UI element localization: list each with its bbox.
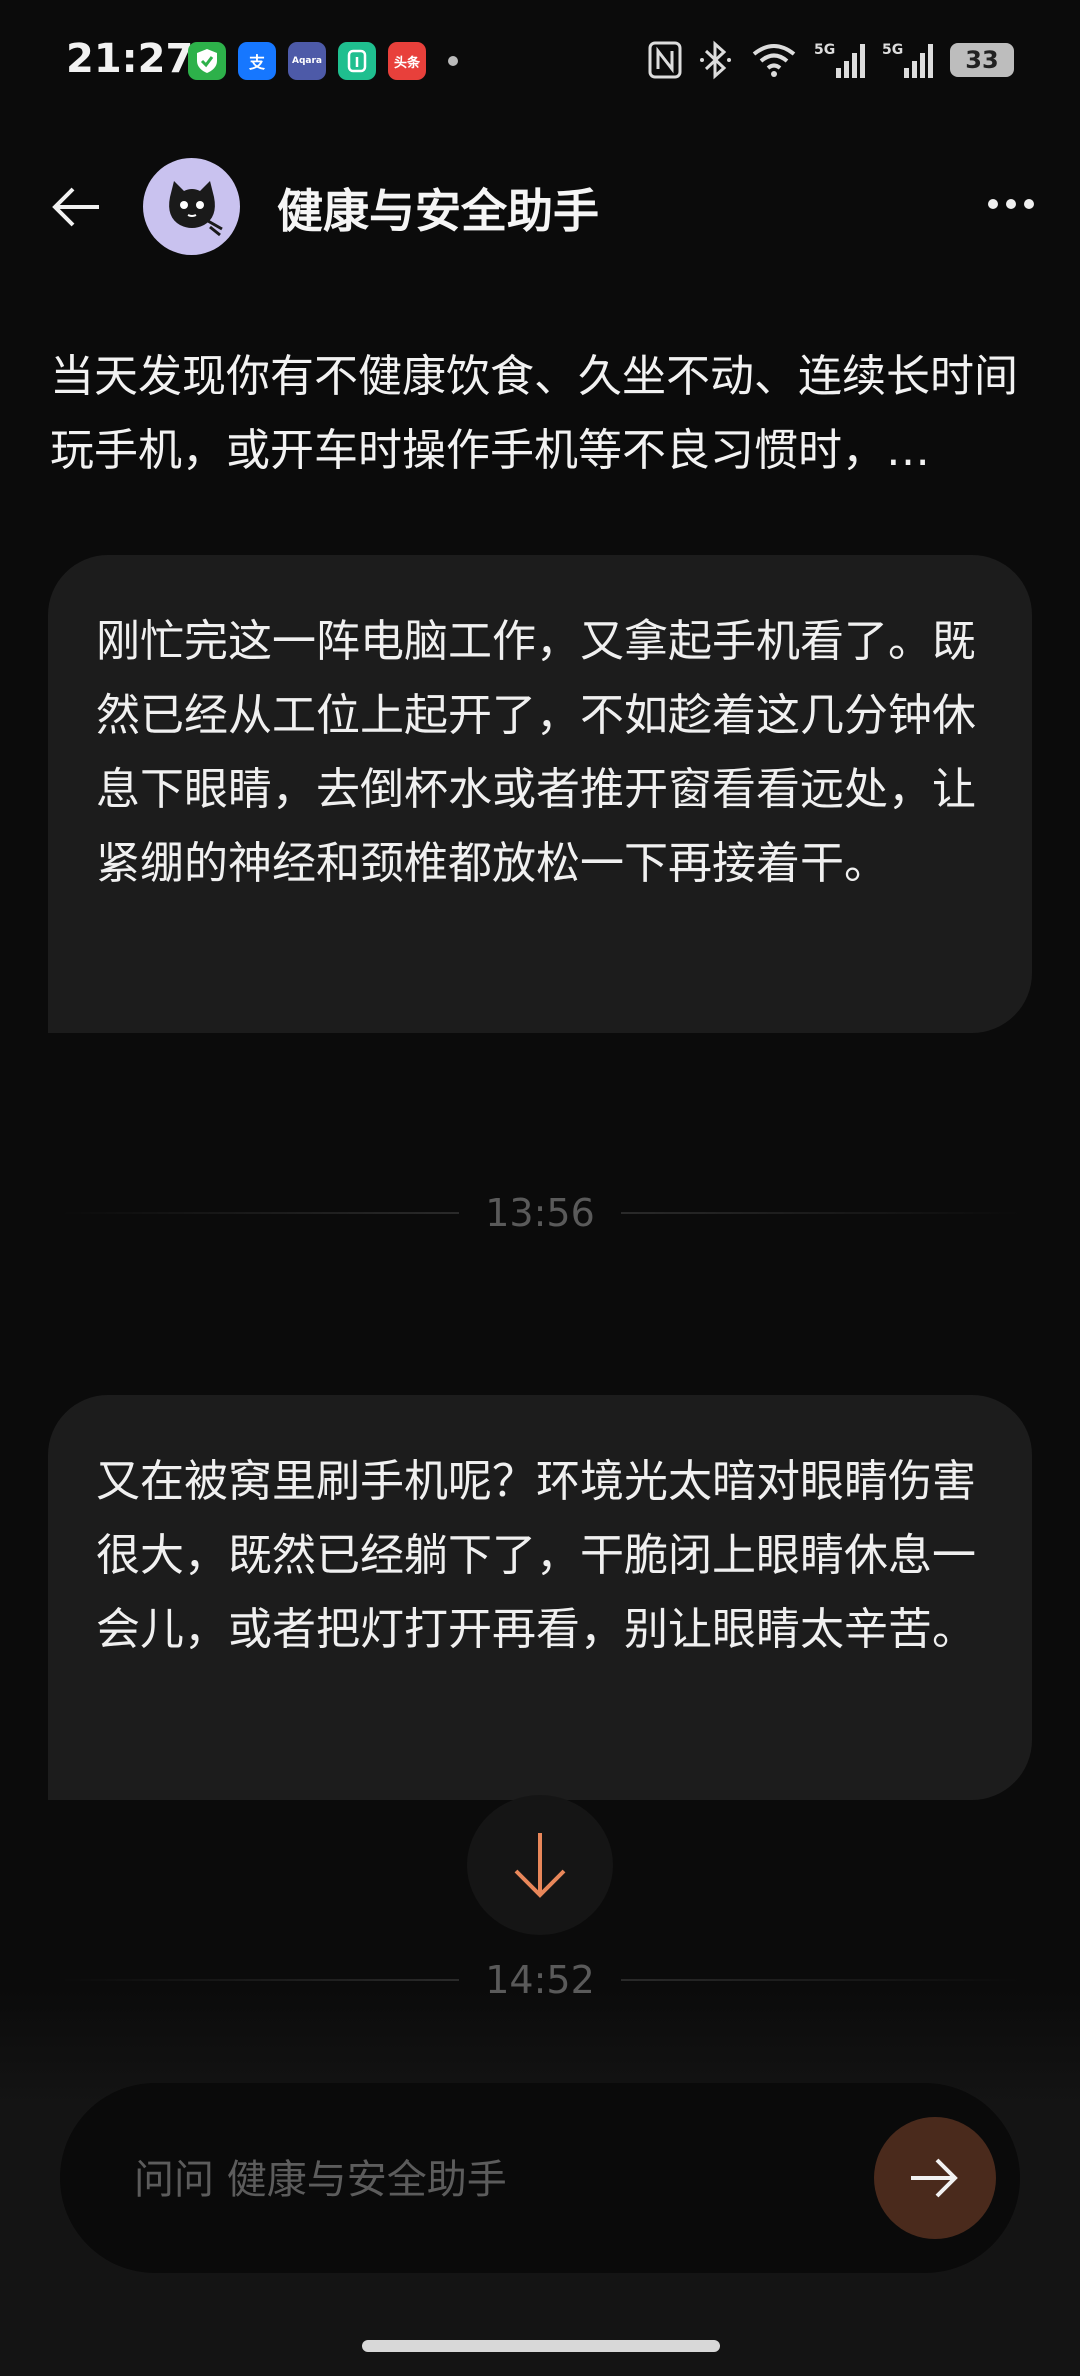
aqara-app-icon: Aqara <box>288 42 326 80</box>
more-options-button[interactable] <box>976 176 1046 232</box>
svg-text:5G: 5G <box>814 42 835 58</box>
page-title: 健康与安全助手 <box>277 184 599 238</box>
arrow-down-icon <box>514 1833 566 1898</box>
alipay-app-icon: 支 <box>238 42 276 80</box>
send-button[interactable] <box>874 2117 996 2239</box>
timestamp-divider: 13:56 <box>60 1185 1021 1241</box>
divider-line <box>620 1212 1021 1214</box>
message-input-placeholder[interactable]: 问问 健康与安全助手 <box>134 2147 507 2205</box>
svg-text:5G: 5G <box>882 42 903 58</box>
chat-header: 健康与安全助手 <box>0 150 1080 260</box>
mijia-app-icon <box>338 42 376 80</box>
system-icons: 5G 5G 33 <box>648 40 1014 80</box>
bluetooth-icon <box>698 40 734 80</box>
signal-5g-2-icon: 5G <box>882 40 934 80</box>
message-bubble: 刚忙完这一阵电脑工作，又拿起手机看了。既然已经从工位上起开了，不如趁着这几分钟休… <box>48 555 1032 1033</box>
status-bar: 21:27 支 Aqara 头条 5G 5G 33 <box>0 0 1080 120</box>
cat-mascot-icon <box>168 180 223 236</box>
home-indicator[interactable] <box>362 2340 720 2352</box>
assistant-description: 当天发现你有不健康饮食、久坐不动、连续长时间玩手机，或开车时操作手机等不良习惯时… <box>50 351 1018 476</box>
status-time: 21:27 <box>66 36 194 82</box>
shield-app-icon <box>188 42 226 80</box>
signal-5g-icon: 5G <box>814 40 866 80</box>
more-notifications-dot <box>448 56 458 66</box>
timestamp-divider: 14:52 <box>60 1952 1021 2008</box>
more-dot-icon <box>1024 199 1034 209</box>
back-button[interactable] <box>40 172 110 242</box>
toutiao-app-icon: 头条 <box>388 42 426 80</box>
divider-line <box>60 1979 460 1981</box>
divider-line <box>60 1212 460 1214</box>
notification-icons: 支 Aqara 头条 <box>188 42 458 80</box>
timestamp-label: 13:56 <box>485 1191 595 1235</box>
arrow-left-icon <box>52 187 99 227</box>
more-dot-icon <box>988 199 998 209</box>
arrow-right-icon <box>911 2158 958 2198</box>
timestamp-label: 14:52 <box>485 1958 595 2002</box>
battery-icon: 33 <box>950 43 1014 77</box>
wifi-icon <box>750 40 798 80</box>
more-dot-icon <box>1006 199 1016 209</box>
divider-line <box>620 1979 1021 1981</box>
message-bubble: 又在被窝里刷手机呢？环境光太暗对眼睛伤害很大，既然已经躺下了，干脆闭上眼睛休息一… <box>48 1395 1032 1800</box>
assistant-avatar[interactable] <box>143 158 240 255</box>
nfc-icon <box>648 40 682 80</box>
scroll-to-bottom-button[interactable] <box>467 1795 613 1935</box>
message-input-bar[interactable]: 问问 健康与安全助手 <box>60 2083 1020 2273</box>
